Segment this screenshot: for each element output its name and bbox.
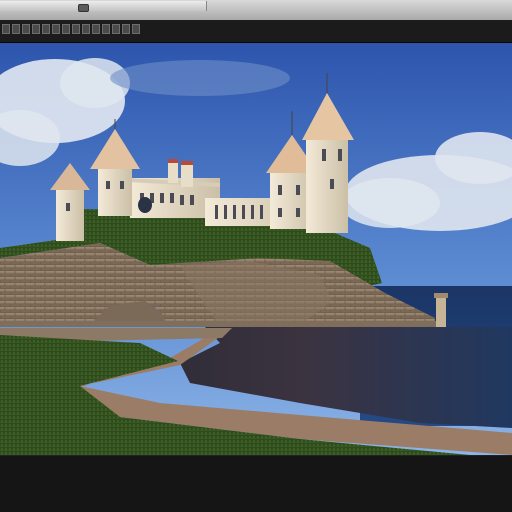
toolbar-button-13[interactable] [122, 24, 130, 34]
render-application-window [0, 0, 512, 512]
toolbar [0, 20, 512, 43]
pier-post [436, 296, 446, 328]
toolbar-button-7[interactable] [62, 24, 70, 34]
toolbar-button-2[interactable] [12, 24, 20, 34]
status-bar [0, 455, 512, 512]
app-icon [78, 4, 89, 12]
toolbar-button-9[interactable] [82, 24, 90, 34]
toolbar-button-11[interactable] [102, 24, 110, 34]
window-tab[interactable] [0, 1, 207, 12]
toolbar-button-1[interactable] [2, 24, 10, 34]
toolbar-button-6[interactable] [52, 24, 60, 34]
toolbar-button-10[interactable] [92, 24, 100, 34]
toolbar-button-14[interactable] [132, 24, 140, 34]
toolbar-button-5[interactable] [42, 24, 50, 34]
title-bar [0, 0, 512, 21]
toolbar-button-3[interactable] [22, 24, 30, 34]
toolbar-button-4[interactable] [32, 24, 40, 34]
toolbar-button-8[interactable] [72, 24, 80, 34]
toolbar-button-12[interactable] [112, 24, 120, 34]
render-viewport[interactable] [0, 43, 512, 455]
castle-scene-image [0, 43, 512, 455]
